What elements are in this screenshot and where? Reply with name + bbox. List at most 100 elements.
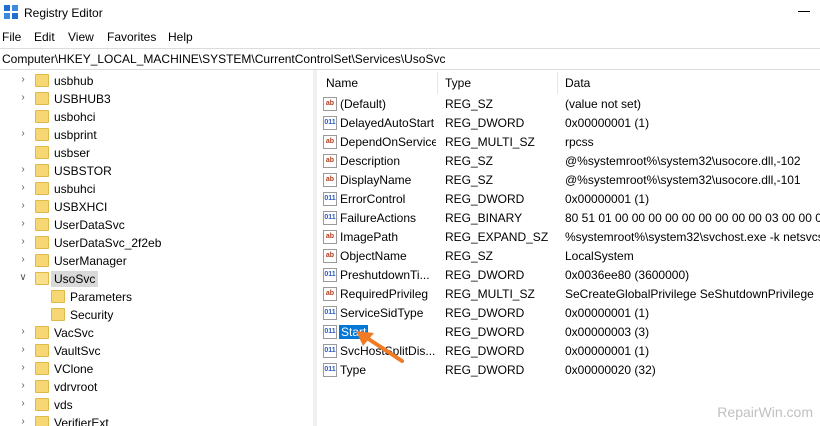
chevron-right-icon[interactable]: › (18, 74, 28, 86)
chevron-right-icon[interactable]: › (18, 128, 28, 140)
address-bar[interactable]: Computer\HKEY_LOCAL_MACHINE\SYSTEM\Curre… (0, 48, 820, 70)
value-data: 0x00000020 (32) (565, 363, 656, 377)
tree-item[interactable]: usbohci (0, 108, 313, 126)
folder-icon (35, 344, 49, 357)
tree-item[interactable]: › USBSTOR (0, 162, 313, 180)
binary-value-icon: 011 (323, 363, 337, 377)
binary-value-icon: 011 (323, 268, 337, 282)
value-row[interactable]: ab ObjectName REG_SZ LocalSystem (318, 247, 820, 266)
tree-item[interactable]: usbser (0, 144, 313, 162)
column-divider[interactable] (557, 72, 558, 94)
chevron-right-icon[interactable]: › (18, 254, 28, 266)
value-name: (Default) (340, 97, 387, 111)
value-row[interactable]: 011 PreshutdownTi... REG_DWORD 0x0036ee80 (… (318, 266, 820, 285)
column-header-type[interactable]: Type (445, 76, 471, 90)
menu-favorites[interactable]: Favorites (107, 30, 156, 44)
value-row[interactable]: ab DisplayName REG_SZ @%systemroot%\system3… (318, 171, 820, 190)
value-row[interactable]: 011 ErrorControl REG_DWORD 0x00000001 (1) (318, 190, 820, 209)
string-value-icon: ab (323, 287, 337, 301)
value-row[interactable]: ab RequiredPrivileg REG_MULTI_SZ SeCreateGl… (318, 285, 820, 304)
tree-item[interactable]: › VaultSvc (0, 342, 313, 360)
value-row[interactable]: ab (Default) REG_SZ (value not set) (318, 95, 820, 114)
value-name: ObjectName (340, 249, 407, 263)
value-data: 0x00000001 (1) (565, 344, 650, 358)
binary-value-icon: 011 (323, 116, 337, 130)
folder-icon (35, 146, 49, 159)
chevron-down-icon[interactable]: ∨ (18, 272, 28, 284)
value-type: REG_DWORD (445, 116, 525, 130)
chevron-right-icon[interactable]: › (18, 326, 28, 338)
address-path[interactable]: Computer\HKEY_LOCAL_MACHINE\SYSTEM\Curre… (2, 52, 445, 66)
tree-item[interactable]: Parameters (0, 288, 313, 306)
tree-item[interactable]: › VClone (0, 360, 313, 378)
tree-item-label: usbser (54, 146, 91, 160)
tree-item[interactable]: › UserDataSvc (0, 216, 313, 234)
value-row[interactable]: ab Description REG_SZ @%systemroot%\system3… (318, 152, 820, 171)
tree-item[interactable]: › usbhub (0, 72, 313, 90)
menu-view[interactable]: View (68, 30, 94, 44)
chevron-right-icon[interactable]: › (18, 416, 28, 426)
value-type: REG_DWORD (445, 344, 525, 358)
tree-item[interactable]: › vdrvroot (0, 378, 313, 396)
tree-item[interactable]: › USBXHCI (0, 198, 313, 216)
tree-item[interactable]: › usbprint (0, 126, 313, 144)
menu-file[interactable]: File (2, 30, 21, 44)
value-data: LocalSystem (565, 249, 634, 263)
tree-item[interactable]: ∨ UsoSvc (0, 270, 313, 288)
value-row[interactable]: 011 ServiceSidType REG_DWORD 0x00000001 (1) (318, 304, 820, 323)
chevron-right-icon[interactable]: › (18, 362, 28, 374)
menu-edit[interactable]: Edit (34, 30, 55, 44)
value-row[interactable]: ab DependOnService REG_MULTI_SZ rpcss (318, 133, 820, 152)
tree-item[interactable]: › USBHUB3 (0, 90, 313, 108)
tree-item-label: Parameters (70, 290, 133, 304)
menu-bar: File Edit View Favorites Help (0, 27, 820, 47)
chevron-right-icon[interactable]: › (18, 398, 28, 410)
tree-item[interactable]: › UserManager (0, 252, 313, 270)
minimize-button[interactable] (796, 4, 812, 20)
value-type: REG_MULTI_SZ (445, 135, 535, 149)
tree-item[interactable]: › UserDataSvc_2f2eb (0, 234, 313, 252)
chevron-right-icon[interactable]: › (18, 236, 28, 248)
tree-item-label: usbhub (54, 74, 94, 88)
chevron-right-icon[interactable]: › (18, 344, 28, 356)
chevron-right-icon[interactable]: › (18, 218, 28, 230)
value-data: @%systemroot%\system32\usocore.dll,-101 (565, 173, 801, 187)
folder-icon (35, 200, 49, 213)
tree-item-label: USBXHCI (54, 200, 108, 214)
value-list: Name Type Data ab (Default) REG_SZ (value n… (318, 70, 820, 426)
value-row[interactable]: 011 FailureActions REG_BINARY 80 51 01 00 0… (318, 209, 820, 228)
value-name: ErrorControl (340, 192, 406, 206)
column-divider[interactable] (437, 72, 438, 94)
folder-icon (35, 272, 49, 285)
tree-item-label: VaultSvc (54, 344, 101, 358)
value-name: DependOnService (340, 135, 436, 149)
tree-item[interactable]: Security (0, 306, 313, 324)
value-data: @%systemroot%\system32\usocore.dll,-102 (565, 154, 801, 168)
value-data: (value not set) (565, 97, 642, 111)
chevron-right-icon[interactable]: › (18, 182, 28, 194)
chevron-right-icon[interactable]: › (18, 92, 28, 104)
registry-editor-icon (4, 5, 18, 19)
value-name: ServiceSidType (340, 306, 424, 320)
folder-icon (35, 254, 49, 267)
value-type: REG_MULTI_SZ (445, 287, 535, 301)
chevron-right-icon[interactable]: › (18, 200, 28, 212)
pane-splitter[interactable] (313, 70, 317, 426)
tree-item-label: VerifierExt (54, 416, 109, 426)
column-header-name[interactable]: Name (326, 76, 358, 90)
tree-item[interactable]: › VerifierExt (0, 414, 313, 426)
value-row[interactable]: 011 DelayedAutoStart REG_DWORD 0x00000001 (… (318, 114, 820, 133)
column-header-data[interactable]: Data (565, 76, 590, 90)
string-value-icon: ab (323, 249, 337, 263)
folder-icon (35, 128, 49, 141)
tree-item-label: usbprint (54, 128, 97, 142)
tree-item[interactable]: › vds (0, 396, 313, 414)
folder-icon (35, 182, 49, 195)
chevron-right-icon[interactable]: › (18, 380, 28, 392)
value-data: SeCreateGlobalPrivilege SeShutdownPrivil… (565, 287, 814, 301)
tree-item[interactable]: › usbuhci (0, 180, 313, 198)
chevron-right-icon[interactable]: › (18, 164, 28, 176)
tree-item[interactable]: › VacSvc (0, 324, 313, 342)
value-row[interactable]: ab ImagePath REG_EXPAND_SZ %systemroot%\sys… (318, 228, 820, 247)
menu-help[interactable]: Help (168, 30, 193, 44)
